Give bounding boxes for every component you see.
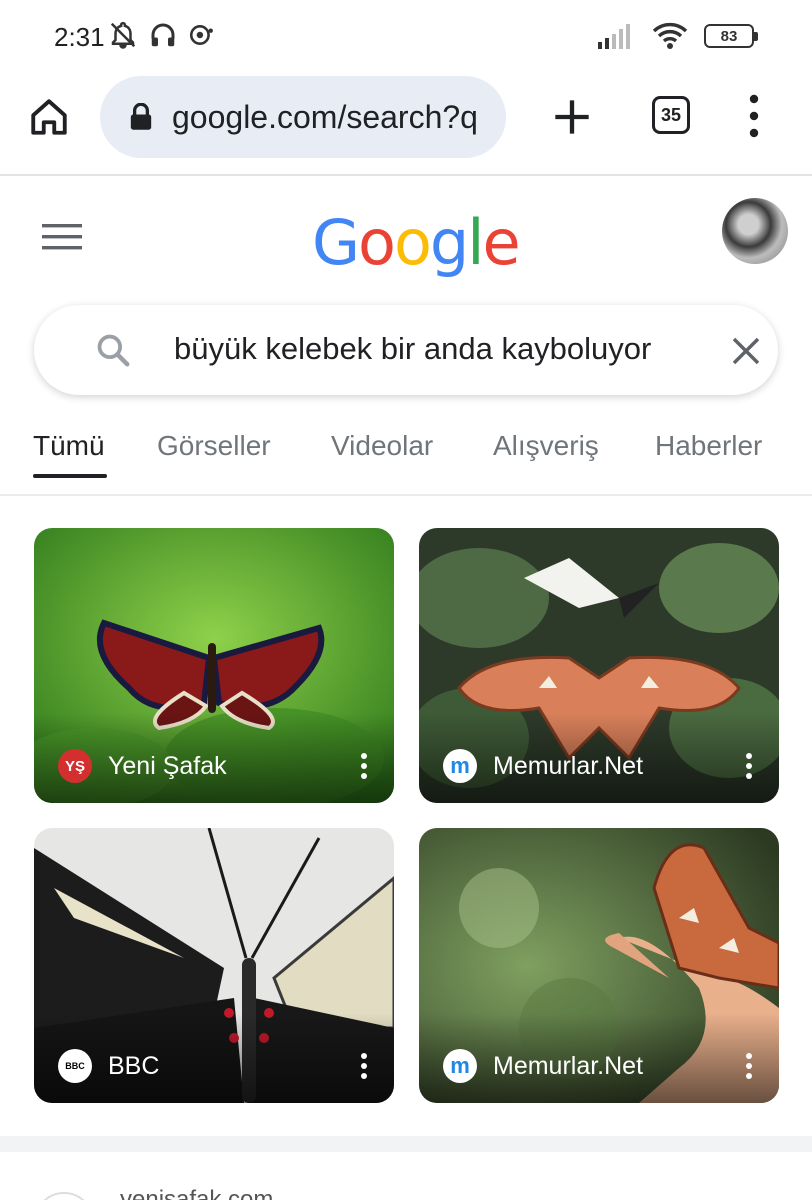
tab-shopping[interactable]: Alışveriş (493, 430, 599, 462)
google-logo[interactable]: Google (312, 206, 521, 279)
tab-news[interactable]: Haberler (655, 430, 762, 462)
image-source: YŞ Yeni Şafak (58, 749, 227, 783)
google-header: Google (0, 178, 812, 298)
close-icon[interactable] (730, 335, 762, 367)
signal-icon (598, 24, 630, 49)
search-box[interactable]: büyük kelebek bir anda kayboluyor (34, 305, 778, 395)
menu-icon[interactable] (42, 222, 82, 252)
next-result-site[interactable]: yenisafak.com (120, 1186, 273, 1200)
record-icon (189, 25, 213, 45)
tab-images[interactable]: Görseller (157, 430, 271, 462)
image-source: BBC BBC (58, 1049, 159, 1083)
headphones-icon (151, 23, 175, 47)
source-favicon: YŞ (58, 749, 92, 783)
tab-videos[interactable]: Videolar (331, 430, 433, 462)
source-favicon: m (443, 1049, 477, 1083)
image-result[interactable]: m Memurlar.Net (419, 528, 779, 803)
image-result[interactable]: BBC BBC (34, 828, 394, 1103)
more-vert-icon[interactable] (745, 753, 753, 779)
search-query[interactable]: büyük kelebek bir anda kayboluyor (174, 331, 651, 367)
active-tab-indicator (33, 474, 107, 478)
source-name: Memurlar.Net (493, 1051, 644, 1080)
tab-all[interactable]: Tümü (33, 430, 105, 462)
source-name: Yeni Şafak (108, 751, 227, 780)
lock-icon (130, 103, 152, 130)
address-bar[interactable]: google.com/search?q (100, 76, 506, 158)
image-source: m Memurlar.Net (443, 1049, 643, 1083)
wifi-icon (652, 22, 688, 49)
search-icon (97, 334, 130, 367)
avatar[interactable] (722, 198, 788, 264)
image-result[interactable]: YŞ Yeni Şafak (34, 528, 394, 803)
section-divider (0, 1136, 812, 1152)
home-icon[interactable] (28, 96, 70, 138)
more-vert-icon[interactable] (744, 94, 764, 138)
status-time: 2:31 (54, 22, 105, 52)
plus-icon[interactable] (552, 97, 592, 137)
source-favicon: m (443, 749, 477, 783)
result-favicon (34, 1192, 94, 1200)
battery-level: 83 (720, 27, 738, 45)
battery-indicator: 83 (704, 24, 758, 48)
status-bar: 2:31 83 (0, 0, 812, 72)
url-text: google.com/search?q (172, 98, 478, 135)
more-vert-icon[interactable] (360, 1053, 368, 1079)
image-source: m Memurlar.Net (443, 749, 643, 783)
more-vert-icon[interactable] (360, 753, 368, 779)
source-name: Memurlar.Net (493, 751, 644, 780)
bell-off-icon (110, 21, 136, 49)
source-name: BBC (108, 1051, 160, 1080)
tab-switcher-button[interactable]: 35 (652, 96, 690, 134)
image-result[interactable]: m Memurlar.Net (419, 828, 779, 1103)
search-tabs: Tümü Görseller Videolar Alışveriş Haberl… (0, 420, 812, 496)
tab-count: 35 (660, 104, 682, 125)
source-favicon: BBC (58, 1049, 92, 1083)
more-vert-icon[interactable] (745, 1053, 753, 1079)
browser-toolbar: google.com/search?q 35 (0, 72, 812, 176)
